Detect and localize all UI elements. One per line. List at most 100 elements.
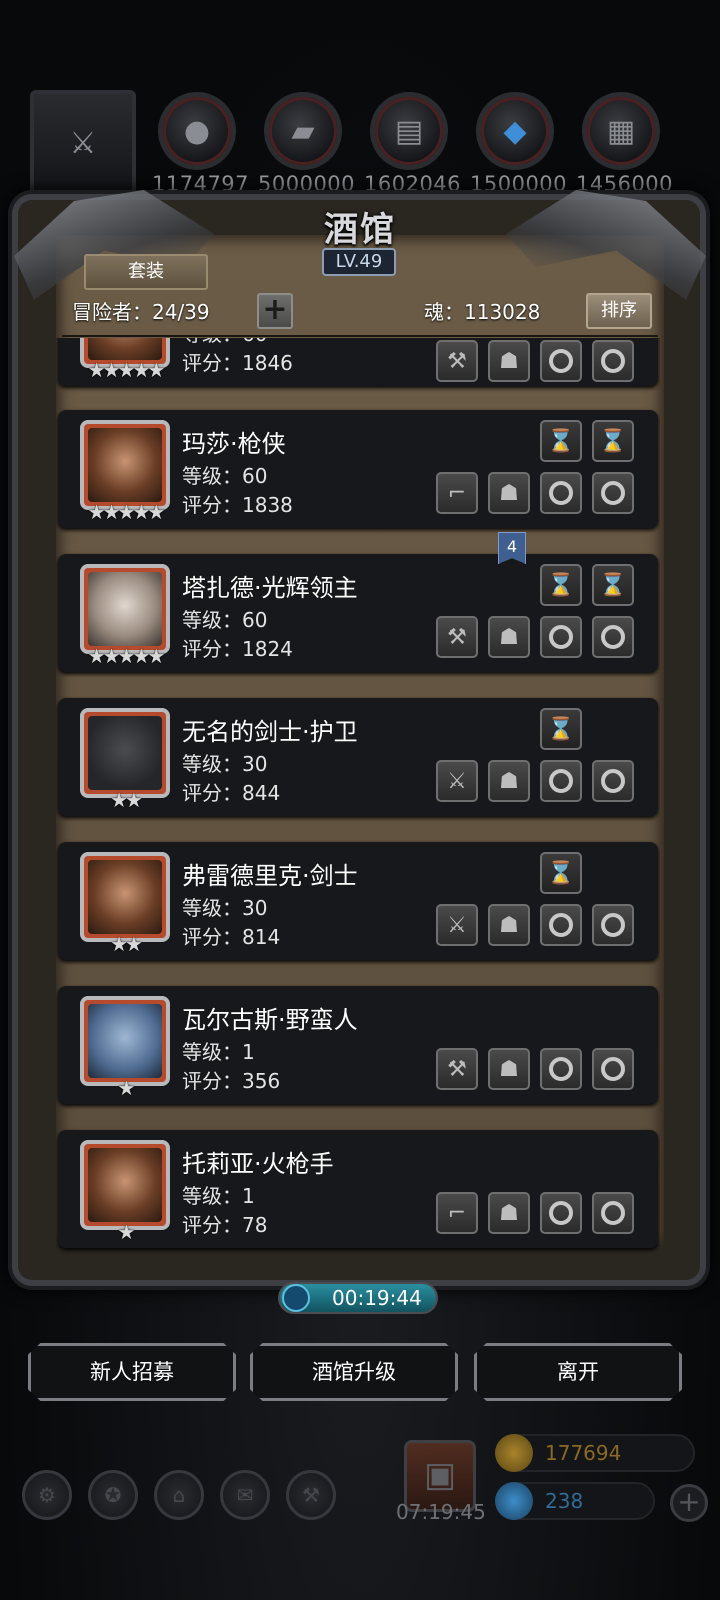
recruit-button[interactable]: 新人招募 — [28, 1343, 236, 1401]
stone-value: 1602046 — [364, 172, 462, 196]
ore-icon: ● — [183, 113, 211, 149]
hero-stars: ★★ — [110, 788, 143, 812]
gun-icon: ⌐ — [447, 1200, 467, 1226]
upgrade-tavern-button[interactable]: 酒馆升级 — [250, 1343, 458, 1401]
weapon-slot[interactable]: ⚒ — [436, 340, 478, 382]
ring-slot[interactable] — [540, 904, 582, 946]
add-currency-button[interactable]: + — [670, 1484, 708, 1522]
ring-slot[interactable] — [592, 616, 634, 658]
hero-card[interactable]: ★★★★★ 塔扎德·光辉领主 等级：60 评分：1824 ⌛ ⌛ ⚒ ☗ — [58, 554, 658, 672]
rune-slot[interactable]: ⌛ — [540, 708, 582, 750]
ring-slot[interactable] — [540, 1048, 582, 1090]
stone-slot[interactable]: ▤ — [370, 92, 448, 170]
weapon-slot[interactable]: ⌐ — [436, 472, 478, 514]
hero-card[interactable]: ★ 瓦尔古斯·野蛮人 等级：1 评分：356 ⚒ ☗ — [58, 986, 658, 1104]
hourglass-icon: ⌛ — [599, 572, 627, 598]
hero-card[interactable]: ★★★★★ 等级：60 评分：1846 ⚒ ☗ — [58, 338, 658, 386]
ring-slot[interactable] — [540, 472, 582, 514]
armor-slot[interactable]: ☗ — [488, 760, 530, 802]
ring-slot[interactable] — [592, 472, 634, 514]
armor-icon: ☗ — [499, 348, 519, 374]
sort-button[interactable]: 排序 — [586, 293, 652, 329]
hammer-icon: ⚒ — [447, 624, 467, 650]
hero-score: 评分：356 — [182, 1069, 281, 1093]
hero-card[interactable]: ★★ 无名的剑士·护卫 等级：30 评分：844 ⌛ ⚔ ☗ — [58, 698, 658, 816]
ring-slot[interactable] — [540, 1192, 582, 1234]
ring-slot[interactable] — [592, 1048, 634, 1090]
gold-display: 177694 — [495, 1434, 695, 1472]
tavern-level-badge: LV.49 — [322, 248, 396, 276]
armor-slot[interactable]: ☗ — [488, 472, 530, 514]
wood-slot[interactable]: ▰ — [264, 92, 342, 170]
hero-name: 无名的剑士·护卫 — [182, 718, 358, 746]
hero-level: 等级：1 — [182, 1040, 255, 1064]
settings-icon[interactable]: ⚙ — [22, 1470, 72, 1520]
gift-timer: 07:19:45 — [396, 1500, 486, 1524]
hero-score: 评分：78 — [182, 1213, 268, 1237]
rune-slot[interactable]: ⌛ — [540, 852, 582, 894]
armor-slot[interactable]: ☗ — [488, 616, 530, 658]
ring-slot[interactable] — [592, 340, 634, 382]
hero-portrait — [80, 708, 170, 798]
hero-name: 塔扎德·光辉领主 — [182, 574, 358, 602]
stone-icon: ▤ — [394, 113, 424, 149]
ore-value: 1174797 — [152, 172, 250, 196]
mail-icon[interactable]: ✉ — [220, 1470, 270, 1520]
ore-slot[interactable]: ● — [158, 92, 236, 170]
ring-icon — [601, 625, 625, 649]
ring-icon — [549, 625, 573, 649]
forge-icon[interactable]: ⚒ — [286, 1470, 336, 1520]
iron-slot[interactable]: ▦ — [582, 92, 660, 170]
crystal-slot[interactable]: ◆ — [476, 92, 554, 170]
leave-button[interactable]: 离开 — [474, 1343, 682, 1401]
hammer-icon: ⚒ — [447, 348, 467, 374]
tavern-icon[interactable]: ⌂ — [154, 1470, 204, 1520]
armor-slot[interactable]: ☗ — [488, 340, 530, 382]
ring-slot[interactable] — [540, 340, 582, 382]
hero-card[interactable]: ★★ 弗雷德里克·剑士 等级：30 评分：814 ⌛ ⚔ ☗ — [58, 842, 658, 960]
weapon-slot[interactable]: ⚔ — [436, 760, 478, 802]
ring-slot[interactable] — [540, 760, 582, 802]
rune-slot[interactable]: ⌛ — [540, 420, 582, 462]
armor-slot[interactable]: ☗ — [488, 1192, 530, 1234]
suit-button[interactable]: 套装 — [84, 254, 208, 290]
hero-list[interactable]: ★★★★★ 等级：60 评分：1846 ⚒ ☗ ★★★★★ 玛莎·枪侠 等级：6… — [56, 338, 660, 1258]
hero-card[interactable]: ★★★★★ 玛莎·枪侠 等级：60 评分：1838 ⌛ ⌛ ⌐ ☗ — [58, 410, 658, 528]
hero-stars: ★★ — [110, 932, 143, 956]
weapon-slot[interactable]: ⌐ — [436, 1192, 478, 1234]
hero-slot[interactable]: ⚔ — [30, 90, 136, 196]
weapon-slot[interactable]: ⚔ — [436, 904, 478, 946]
ring-icon — [601, 1201, 625, 1225]
hero-score: 评分：1846 — [182, 351, 293, 375]
hero-level: 等级：60 — [182, 464, 268, 488]
hero-level: 等级：30 — [182, 896, 268, 920]
hero-stars: ★★★★★ — [87, 358, 166, 382]
hero-card[interactable]: ★ 托莉亚·火枪手 等级：1 评分：78 ⌐ ☗ — [58, 1130, 658, 1248]
guild-icon[interactable]: ✪ — [88, 1470, 138, 1520]
refresh-timer: 00:19:44 — [278, 1282, 438, 1314]
hero-portrait — [80, 1140, 170, 1230]
ring-slot[interactable] — [592, 904, 634, 946]
sword-icon: ⚔ — [447, 768, 467, 794]
ring-slot[interactable] — [592, 760, 634, 802]
panel-title: 酒馆 — [324, 210, 396, 250]
weapon-slot[interactable]: ⚒ — [436, 1048, 478, 1090]
armor-slot[interactable]: ☗ — [488, 1048, 530, 1090]
axe-icon: ⚒ — [447, 1056, 467, 1082]
ring-slot[interactable] — [540, 616, 582, 658]
add-capacity-button[interactable]: + — [257, 293, 293, 329]
ring-icon — [601, 913, 625, 937]
ring-icon — [549, 1057, 573, 1081]
ring-slot[interactable] — [592, 1192, 634, 1234]
armor-slot[interactable]: ☗ — [488, 904, 530, 946]
rune-slot[interactable]: ⌛ — [540, 564, 582, 606]
hourglass-icon: ⌛ — [547, 572, 575, 598]
ring-icon — [549, 1201, 573, 1225]
weapon-slot[interactable]: ⚒ — [436, 616, 478, 658]
hourglass-icon: ⌛ — [599, 428, 627, 454]
rune-slot[interactable]: ⌛ — [592, 420, 634, 462]
hero-name: 瓦尔古斯·野蛮人 — [182, 1006, 358, 1034]
rune-slot[interactable]: ⌛ — [592, 564, 634, 606]
hero-level: 等级：60 — [182, 608, 268, 632]
gem-icon — [495, 1482, 533, 1520]
